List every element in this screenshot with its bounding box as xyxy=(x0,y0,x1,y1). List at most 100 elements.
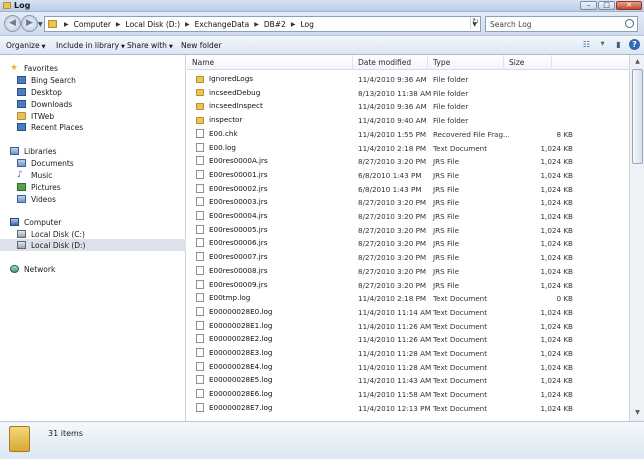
chevron-right-icon[interactable]: ▶ xyxy=(64,21,69,28)
table-row[interactable]: E00res00001.jrs 6/8/2010 1:43 PM JRS File 1… xyxy=(187,168,629,182)
breadcrumb-local-disk-d[interactable]: Local Disk (D:) xyxy=(126,20,180,29)
scrollbar-thumb[interactable] xyxy=(632,69,643,164)
table-row[interactable]: E00res00008.jrs 8/27/2010 3:20 PM JRS File… xyxy=(187,264,629,278)
nav-documents[interactable]: Documents xyxy=(0,157,186,169)
table-row[interactable]: E00res00007.jrs 8/27/2010 3:20 PM JRS File… xyxy=(187,250,629,264)
table-row[interactable]: E00000028E6.log 11/4/2010 11:58 AM Text Do… xyxy=(187,387,629,401)
breadcrumb-db2[interactable]: DB#2 xyxy=(264,20,286,29)
table-row[interactable]: inspector 11/4/2010 9:40 AM File folder xyxy=(187,113,629,127)
document-icon xyxy=(196,279,204,289)
size-cell: 1,024 KB xyxy=(540,225,573,235)
column-header-name[interactable]: Name xyxy=(187,55,353,70)
file-name: E00res00008.jrs xyxy=(209,265,268,275)
nav-desktop[interactable]: Desktop xyxy=(0,86,186,98)
table-row[interactable]: E00res00009.jrs 8/27/2010 3:20 PM JRS File… xyxy=(187,278,629,292)
folder-icon xyxy=(9,426,30,452)
nav-bing-search[interactable]: Bing Search xyxy=(0,74,186,86)
nav-downloads-label: Downloads xyxy=(31,99,73,109)
change-view-icon[interactable]: ☷ xyxy=(581,39,592,50)
details-pane: 31 items xyxy=(0,421,644,459)
table-row[interactable]: E00.log 11/4/2010 2:18 PM Text Document 1,0… xyxy=(187,141,629,155)
type-cell: JRS File xyxy=(433,198,459,208)
file-name-cell: incseedInspect xyxy=(196,101,263,110)
breadcrumb-log[interactable]: Log xyxy=(300,20,313,29)
column-header-type[interactable]: Type xyxy=(428,55,504,70)
search-icon[interactable] xyxy=(625,19,634,28)
refresh-icon[interactable]: ↻ xyxy=(470,17,480,29)
scroll-down-arrow-icon[interactable]: ▼ xyxy=(632,407,643,418)
file-name-cell: E00res00009.jrs xyxy=(196,279,268,289)
nav-videos[interactable]: Videos xyxy=(0,193,186,205)
table-row[interactable]: E00000028E5.log 11/4/2010 11:43 AM Text Do… xyxy=(187,373,629,387)
file-name: E00000028E2.log xyxy=(209,334,273,344)
address-bar[interactable]: ▶ Computer ▶ Local Disk (D:) ▶ ExchangeD… xyxy=(44,16,481,32)
breadcrumb-exchangedata[interactable]: ExchangeData xyxy=(195,20,250,29)
nav-pictures[interactable]: Pictures xyxy=(0,181,186,193)
search-input[interactable]: Search Log xyxy=(485,16,638,32)
table-row[interactable]: E00000028E2.log 11/4/2010 11:26 AM Text Do… xyxy=(187,332,629,346)
file-name: E00.chk xyxy=(209,128,238,138)
organize-button[interactable]: Organize ▼ xyxy=(6,41,45,50)
date-modified-cell: 11/4/2010 11:26 AM xyxy=(358,321,432,331)
nav-recent-places[interactable]: Recent Places xyxy=(0,121,186,133)
scroll-up-arrow-icon[interactable]: ▲ xyxy=(632,56,643,67)
nav-downloads[interactable]: Downloads xyxy=(0,98,186,110)
chevron-down-icon[interactable]: ▼ xyxy=(597,39,608,50)
table-row[interactable]: E00000028E4.log 11/4/2010 11:28 AM Text Do… xyxy=(187,360,629,374)
table-row[interactable]: E00000028E0.log 11/4/2010 11:14 AM Text Do… xyxy=(187,305,629,319)
nav-local-disk-d[interactable]: Local Disk (D:) xyxy=(0,239,186,251)
table-row[interactable]: E00tmp.log 11/4/2010 2:18 PM Text Document… xyxy=(187,291,629,305)
table-row[interactable]: E00000028E1.log 11/4/2010 11:26 AM Text Do… xyxy=(187,319,629,333)
nav-favorites[interactable]: ★ Favorites xyxy=(0,62,186,74)
size-cell: 1,024 KB xyxy=(540,280,573,290)
type-cell: File folder xyxy=(433,102,469,112)
forward-button[interactable]: ▶ xyxy=(21,15,38,32)
chevron-right-icon[interactable]: ▶ xyxy=(185,21,190,28)
table-row[interactable]: E00000028E3.log 11/4/2010 11:28 AM Text Do… xyxy=(187,346,629,360)
table-row[interactable]: E00res00004.jrs 8/27/2010 3:20 PM JRS File… xyxy=(187,209,629,223)
table-row[interactable]: E00res0000A.jrs 8/27/2010 3:20 PM JRS File… xyxy=(187,154,629,168)
maximize-button[interactable]: □ xyxy=(598,1,615,10)
table-row[interactable]: E00.chk 11/4/2010 1:55 PM Recovered File F… xyxy=(187,127,629,141)
table-row[interactable]: incseedDebug 8/13/2010 11:38 AM File folde… xyxy=(187,86,629,100)
nav-libraries[interactable]: Libraries xyxy=(0,145,186,157)
table-row[interactable]: IgnoredLogs 11/4/2010 9:36 AM File folder xyxy=(187,72,629,86)
breadcrumb-computer[interactable]: Computer xyxy=(74,20,111,29)
include-in-library-button[interactable]: Include in library ▼ xyxy=(56,41,125,50)
recent-pages-dropdown[interactable]: ▼ xyxy=(38,21,43,28)
size-cell: 1,024 KB xyxy=(540,307,573,317)
nav-network[interactable]: Network xyxy=(0,263,186,275)
table-row[interactable]: E00res00003.jrs 8/27/2010 3:20 PM JRS File… xyxy=(187,195,629,209)
chevron-right-icon[interactable]: ▶ xyxy=(254,21,259,28)
folder-icon xyxy=(196,116,204,124)
nav-music-label: Music xyxy=(31,170,53,180)
table-row[interactable]: E00res00006.jrs 8/27/2010 3:20 PM JRS File… xyxy=(187,236,629,250)
share-with-button[interactable]: Share with ▼ xyxy=(127,41,173,50)
preview-pane-icon[interactable]: ▮ xyxy=(613,39,624,50)
back-button[interactable]: ◀ xyxy=(4,15,21,32)
document-icon xyxy=(196,197,204,207)
table-row[interactable]: E00res00002.jrs 6/8/2010 1:43 PM JRS File 1… xyxy=(187,182,629,196)
date-modified-cell: 8/27/2010 3:20 PM xyxy=(358,239,427,249)
date-modified-cell: 8/27/2010 3:20 PM xyxy=(358,253,427,263)
table-row[interactable]: E00000028E7.log 11/4/2010 12:13 PM Text Do… xyxy=(187,401,629,415)
document-icon xyxy=(196,211,204,220)
table-row[interactable]: E00res00005.jrs 8/27/2010 3:20 PM JRS File… xyxy=(187,223,629,237)
size-cell: 1,024 KB xyxy=(540,349,573,358)
table-row[interactable]: incseedInspect 11/4/2010 9:36 AM File fold… xyxy=(187,99,629,113)
date-modified-cell: 8/27/2010 3:20 PM xyxy=(358,266,427,276)
chevron-right-icon[interactable]: ▶ xyxy=(116,21,121,28)
help-icon[interactable]: ? xyxy=(629,39,640,50)
close-button[interactable]: ✕ xyxy=(616,1,642,10)
new-folder-button[interactable]: New folder xyxy=(181,41,222,50)
date-modified-cell: 11/4/2010 12:13 PM xyxy=(358,403,431,413)
column-header-date-modified[interactable]: Date modified xyxy=(353,55,428,70)
chevron-right-icon[interactable]: ▶ xyxy=(291,21,296,28)
nav-music[interactable]: ♪ Music xyxy=(0,169,186,181)
file-name-cell: inspector xyxy=(196,115,242,124)
column-header-size[interactable]: Size xyxy=(504,55,552,70)
folder-icon xyxy=(48,20,57,28)
vertical-scrollbar[interactable]: ▲ ▼ xyxy=(629,55,644,421)
minimize-button[interactable]: – xyxy=(580,1,597,10)
nav-computer[interactable]: Computer xyxy=(0,216,186,228)
